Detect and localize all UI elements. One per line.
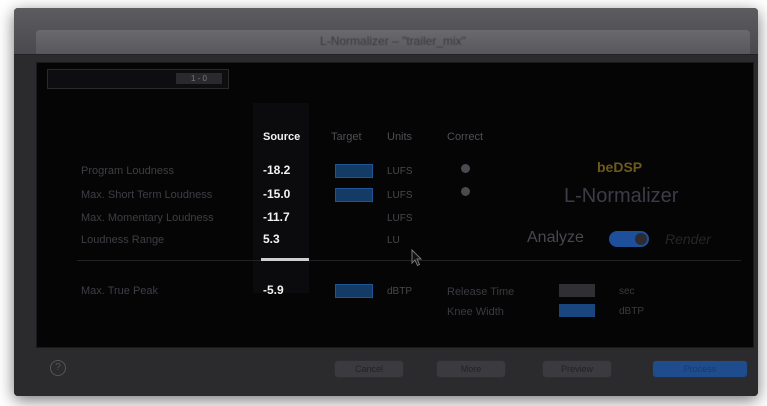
release-time-label: Release Time: [447, 286, 515, 298]
source-value-true-peak: -5.9: [263, 283, 284, 297]
help-button[interactable]: ?: [50, 360, 66, 376]
source-divider-highlight: [261, 258, 309, 261]
company-logo: beDSP: [597, 159, 643, 175]
mouse-pointer-icon: [411, 248, 423, 272]
normalizer-panel: 1 - 0 Source Target Units Correct Progra…: [36, 62, 754, 348]
row-label-loudness-range: Loudness Range: [81, 234, 165, 246]
preset-tag[interactable]: 1 - 0: [176, 73, 222, 84]
column-header-source: Source: [263, 131, 301, 143]
correct-radio-short-term[interactable]: [461, 187, 470, 196]
column-header-units: Units: [387, 131, 413, 143]
unit-short-term: LUFS: [387, 190, 413, 201]
product-name: L-Normalizer: [564, 185, 679, 207]
title-bar-inner: L-Normalizer – "trailer_mix": [36, 30, 750, 54]
knee-width-field[interactable]: [559, 304, 595, 317]
source-value-program-loudness: -18.2: [263, 163, 291, 177]
more-button[interactable]: More: [436, 360, 506, 378]
release-time-field[interactable]: [559, 284, 595, 297]
target-field-program-loudness[interactable]: [335, 164, 373, 178]
source-value-loudness-range: 5.3: [263, 232, 280, 246]
correct-radio-program-loudness[interactable]: [461, 164, 470, 173]
preset-strip[interactable]: 1 - 0: [47, 69, 229, 89]
row-label-true-peak: Max. True Peak: [81, 285, 159, 297]
screen: L-Normalizer – "trailer_mix" 1 - 0 Sourc…: [0, 0, 767, 406]
source-value-momentary: -11.7: [263, 210, 290, 224]
process-button[interactable]: Process: [652, 360, 748, 378]
knee-width-label: Knee Width: [447, 306, 504, 318]
release-time-unit: sec: [619, 286, 635, 297]
cancel-button[interactable]: Cancel: [334, 360, 404, 378]
unit-momentary: LUFS: [387, 213, 413, 224]
source-value-short-term: -15.0: [263, 187, 291, 201]
title-bar: L-Normalizer – "trailer_mix": [14, 8, 758, 55]
column-header-target: Target: [331, 131, 362, 143]
target-field-short-term[interactable]: [335, 188, 373, 202]
mode-toggle[interactable]: [609, 231, 649, 247]
analyze-label: Analyze: [527, 229, 584, 246]
mode-toggle-knob[interactable]: [635, 233, 647, 245]
section-divider: [77, 260, 741, 261]
row-label-momentary: Max. Momentary Loudness: [81, 212, 214, 224]
unit-loudness-range: LU: [387, 235, 400, 246]
unit-true-peak: dBTP: [387, 286, 413, 297]
plugin-window: L-Normalizer – "trailer_mix" 1 - 0 Sourc…: [14, 8, 758, 396]
column-header-correct: Correct: [447, 131, 484, 143]
unit-program-loudness: LUFS: [387, 166, 413, 177]
target-field-true-peak[interactable]: [335, 284, 373, 298]
window-title: L-Normalizer – "trailer_mix": [320, 34, 466, 48]
preview-button[interactable]: Preview: [542, 360, 612, 378]
knee-width-unit: dBTP: [619, 306, 645, 317]
render-label: Render: [665, 231, 711, 247]
bottom-button-bar: ? Cancel More Preview Process: [14, 348, 758, 396]
row-label-program-loudness: Program Loudness: [81, 165, 174, 177]
row-label-short-term: Max. Short Term Loudness: [81, 189, 213, 201]
